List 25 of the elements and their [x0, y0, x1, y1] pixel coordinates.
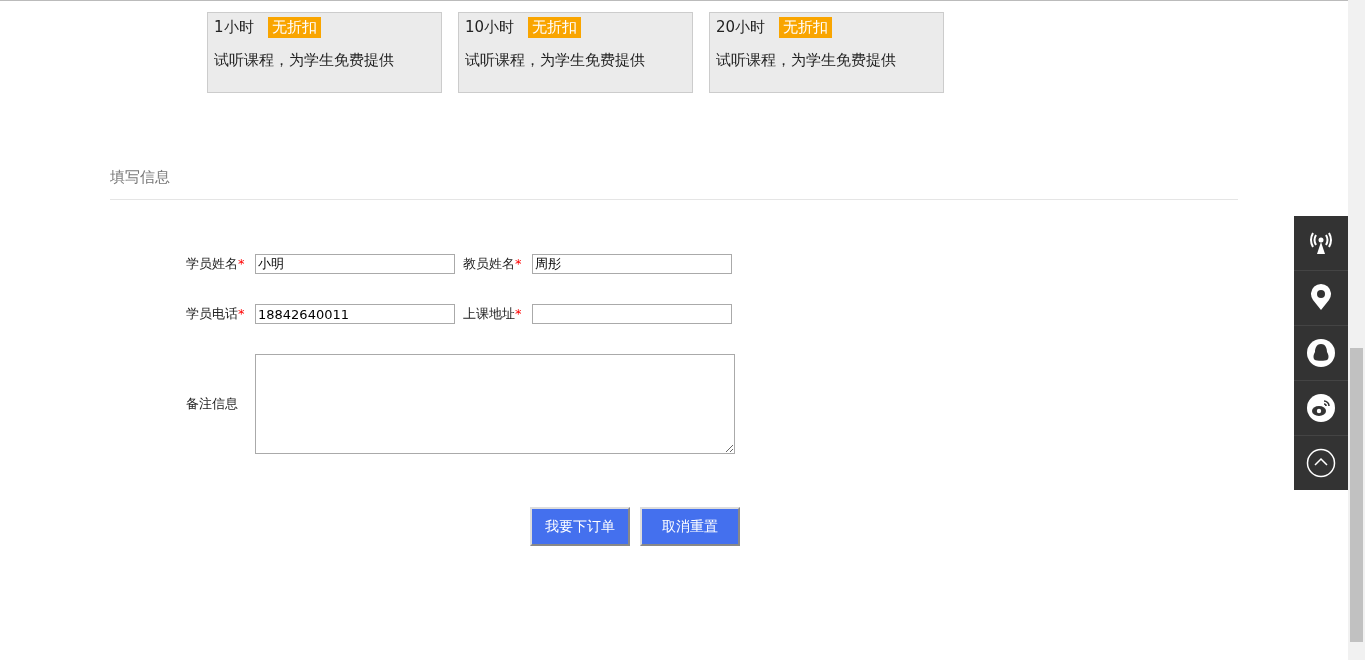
section-title: 填写信息 [110, 168, 170, 186]
input-field[interactable] [532, 304, 732, 324]
package-card[interactable]: 20小时 无折扣 试听课程，为学生免费提供 [709, 12, 944, 93]
input-field[interactable]: 小明 [255, 254, 455, 274]
package-description: 试听课程，为学生免费提供 [465, 51, 646, 70]
field-label: 学员姓名* [186, 255, 246, 273]
field-label: 上课地址* [463, 305, 523, 323]
field-label: 教员姓名* [463, 255, 523, 273]
form-button[interactable]: 取消重置 [640, 507, 740, 546]
discount-badge: 无折扣 [779, 17, 833, 38]
package-card[interactable]: 10小时 无折扣 试听课程，为学生免费提供 [458, 12, 693, 93]
package-description: 试听课程，为学生免费提供 [716, 51, 897, 70]
discount-badge: 无折扣 [528, 17, 582, 38]
scrollbar[interactable] [1348, 0, 1365, 660]
package-card[interactable]: 1小时 无折扣 试听课程，为学生免费提供 [207, 12, 442, 93]
input-field[interactable]: 18842640011 [255, 304, 455, 324]
package-description: 试听课程，为学生免费提供 [214, 51, 395, 70]
input-field[interactable]: 周彤 [532, 254, 732, 274]
package-hours: 10小时 [465, 18, 515, 37]
package-hours: 1小时 [214, 18, 254, 37]
field-label: 备注信息 [186, 395, 239, 413]
field-label: 学员电话* [186, 305, 246, 323]
package-hours: 20小时 [716, 18, 766, 37]
form-button[interactable]: 我要下订单 [530, 507, 630, 546]
discount-badge: 无折扣 [267, 17, 321, 38]
